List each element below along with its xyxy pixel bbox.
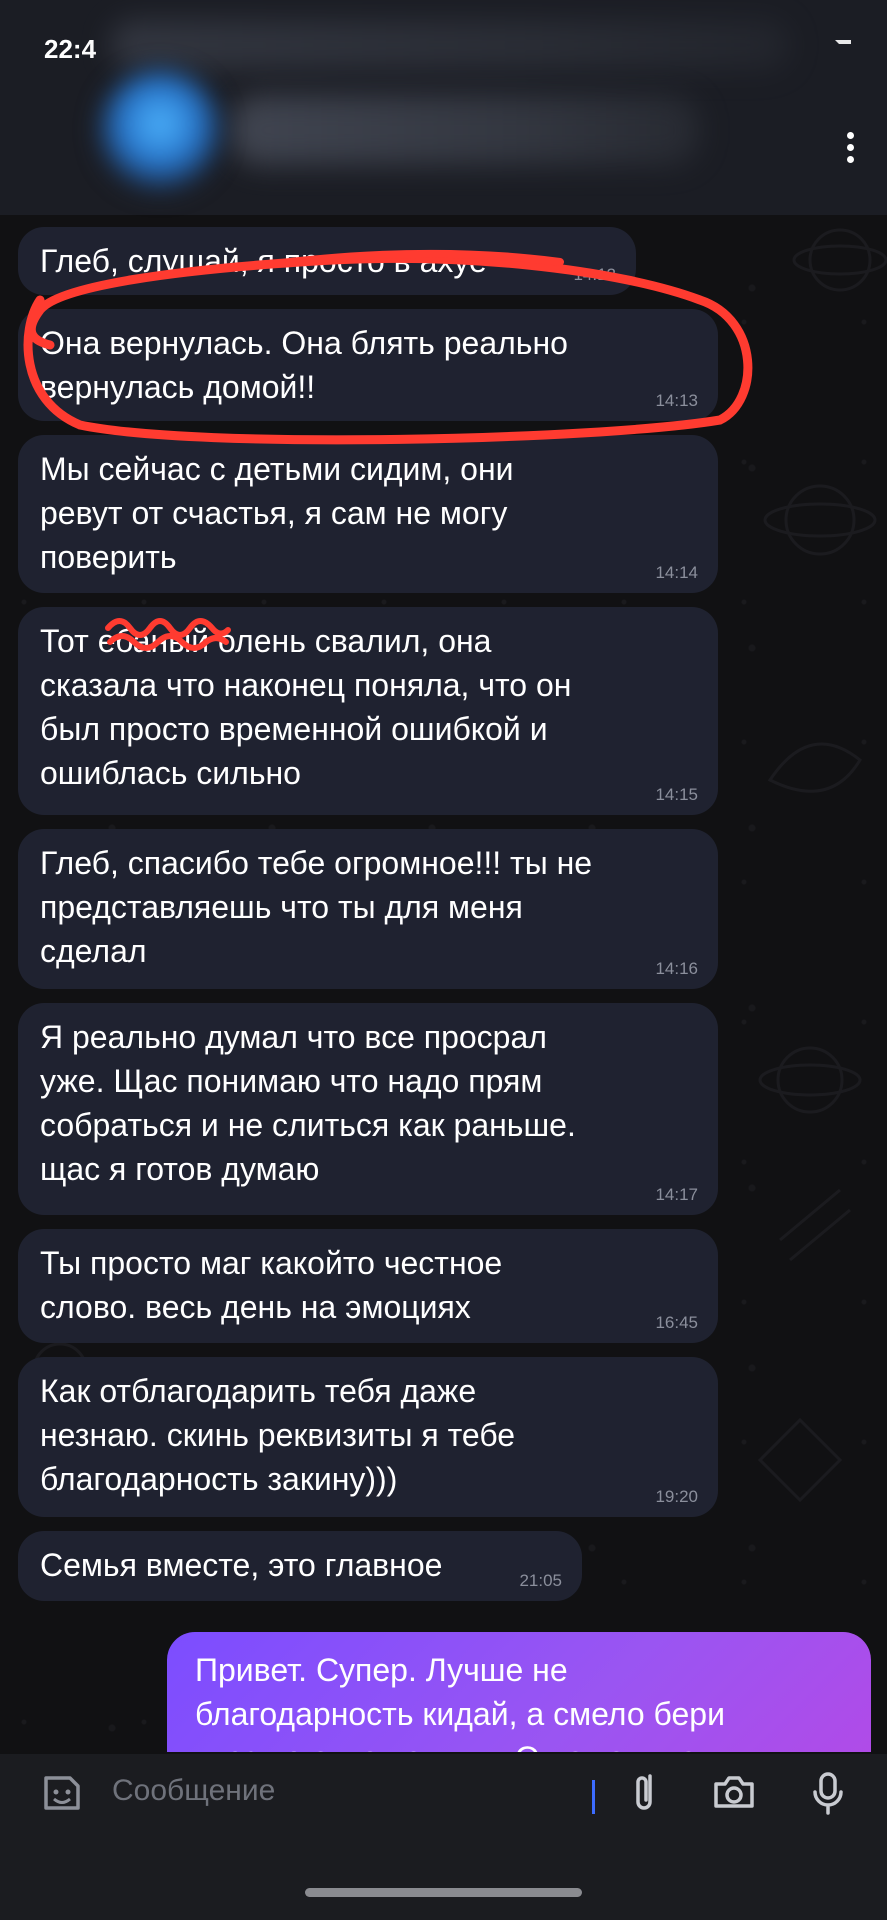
chat-header: 22:4 bbox=[0, 0, 887, 215]
message-text: Глеб, слушай, я просто в ахуе bbox=[40, 243, 487, 279]
message-text: Глеб, спасибо тебе огромное!!! ты не пре… bbox=[40, 845, 593, 969]
text-cursor bbox=[592, 1780, 595, 1814]
status-icons bbox=[835, 40, 851, 44]
message-text: Она вернулась. Она блять реально вернула… bbox=[40, 325, 568, 405]
message-bubble[interactable]: Глеб, спасибо тебе огромное!!! ты не пре… bbox=[18, 829, 718, 989]
message-bubble[interactable]: Я реально думал что все просрал уже. Щас… bbox=[18, 1003, 718, 1215]
camera-icon[interactable] bbox=[712, 1768, 756, 1816]
message-time: 14:13 bbox=[655, 391, 698, 410]
blurred-status-area bbox=[110, 20, 790, 70]
message-text: Как отблагодарить тебя даже незнаю. скин… bbox=[40, 1373, 516, 1497]
message-text: Мы сейчас с детьми сидим, они ревут от с… bbox=[40, 451, 514, 575]
more-vertical-icon[interactable] bbox=[835, 132, 865, 172]
message-time: 19:20 bbox=[655, 1487, 698, 1506]
home-indicator[interactable] bbox=[305, 1888, 582, 1897]
avatar[interactable] bbox=[100, 70, 220, 190]
message-bubble[interactable]: Как отблагодарить тебя даже незнаю. скин… bbox=[18, 1357, 718, 1517]
message-time: 21:05 bbox=[519, 1571, 562, 1590]
message-time: 16:45 bbox=[655, 1313, 698, 1332]
message-time: 14:12 bbox=[573, 265, 616, 284]
message-bubble[interactable]: Семья вместе, это главное 21:05 bbox=[18, 1531, 582, 1601]
message-time: 14:15 bbox=[655, 785, 698, 804]
message-text: Ты просто маг какойто честное слово. вес… bbox=[40, 1245, 503, 1325]
message-time: 14:16 bbox=[655, 959, 698, 978]
message-text: Тот ебаный олень свалил, она сказала что… bbox=[40, 623, 572, 791]
status-time: 22:4 bbox=[44, 34, 97, 64]
message-bubble[interactable]: Тот ебаный олень свалил, она сказала что… bbox=[18, 607, 718, 815]
microphone-icon[interactable] bbox=[806, 1768, 850, 1816]
message-bubble[interactable]: Ты просто маг какойто честное слово. вес… bbox=[18, 1229, 718, 1343]
message-time: 14:17 bbox=[655, 1185, 698, 1204]
message-time: 14:14 bbox=[655, 563, 698, 582]
blurred-chat-title bbox=[230, 95, 700, 165]
message-bubble[interactable]: Мы сейчас с детьми сидим, они ревут от с… bbox=[18, 435, 718, 593]
message-input[interactable]: Сообщение bbox=[112, 1774, 275, 1808]
message-text: Семья вместе, это главное bbox=[40, 1547, 443, 1583]
outgoing-message-bubble[interactable]: Привет. Супер. Лучше не благодарность ки… bbox=[167, 1632, 871, 1752]
message-bubble[interactable]: Она вернулась. Она блять реально вернула… bbox=[18, 309, 718, 421]
attach-icon[interactable] bbox=[624, 1768, 668, 1816]
message-text: Я реально думал что все просрал уже. Щас… bbox=[40, 1019, 576, 1187]
message-bubble[interactable]: Глеб, слушай, я просто в ахуе 14:12 bbox=[18, 227, 636, 295]
sticker-icon[interactable] bbox=[40, 1768, 84, 1816]
